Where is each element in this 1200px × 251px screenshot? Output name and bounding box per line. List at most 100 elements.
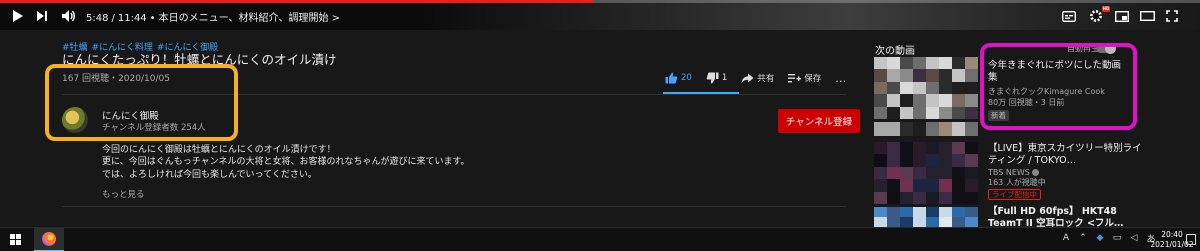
progress-track[interactable] [0,0,1200,3]
thumbnail-pixel [952,142,966,155]
duration: 11:44 [117,13,147,24]
thumbnail-pixel [952,217,966,227]
thumbnail-pixel [965,179,978,193]
thumbnail-pixel [939,166,953,180]
next-button[interactable] [36,8,48,24]
thumbnail-pixel [900,191,914,204]
up-next-heading: 次の動画 [875,46,915,57]
thumbnail-pixel [926,142,940,155]
thumbnail-pixel [913,166,927,180]
thumbs-up-icon [665,72,678,84]
thumbnail-pixel [887,81,901,95]
thumbnail-pixel [939,57,953,70]
thumbnail-pixel [874,154,888,168]
theater-mode-button[interactable] [1140,8,1155,24]
dropbox-icon[interactable]: ◆ [1095,233,1105,243]
verified-check-icon [1031,169,1039,176]
thumbnail-pixel [939,217,953,227]
playlist-add-icon [788,73,802,82]
thumbnail-pixel [939,191,953,204]
thumbnail-pixel [913,179,927,193]
volume-button[interactable] [61,8,76,24]
thumbnail-pixel [887,106,901,119]
miniplayer-icon [1115,10,1129,22]
thumbnail-pixel [887,94,901,108]
subscribe-button[interactable]: チャンネル登録 [778,109,860,133]
thumbnail-pixel [952,94,966,108]
thumbnail-pixel [926,69,940,83]
thumbnail-pixel [939,122,953,136]
subtitles-button[interactable] [1062,8,1076,24]
video-frame-preview [420,0,1200,30]
miniplayer-button[interactable] [1115,8,1129,24]
progress-fill [0,0,593,3]
recommendation-thumbnail[interactable] [874,122,978,136]
thumbnail-pixel [874,142,888,155]
start-button[interactable] [10,234,22,246]
system-tray: A ⌃ ◆ ▭ ◁ あ [1061,233,1156,245]
thumbnail-pixel [952,81,966,95]
tray-a-icon[interactable]: A [1061,233,1071,243]
windows-taskbar: A ⌃ ◆ ▭ ◁ あ 20:40 2021/01/02 [0,227,1200,251]
thumbnail-pixel [952,106,966,119]
thumbnail-pixel [926,94,940,108]
share-arrow-icon [741,73,754,83]
notification-center-icon[interactable] [1186,234,1196,245]
play-button[interactable] [12,8,24,24]
thumbnail-pixel [913,69,927,83]
recommendation-thumbnail[interactable] [874,207,978,227]
theater-mode-icon [1140,11,1155,21]
thumbnail-pixel [939,106,953,119]
thumbnail-pixel [965,94,978,108]
thumbnail-pixel [887,166,901,180]
time-and-chapter[interactable]: 5:48/11:44 • 本日のメニュー、材料紹介、調理開始 > [86,9,340,24]
share-label: 共有 [757,74,775,84]
thumbnail-pixel [874,122,888,136]
thumbnail-pixel [939,81,953,95]
recommendation-thumbnail[interactable] [874,57,978,119]
fullscreen-button[interactable] [1166,8,1178,24]
thumbnail-pixel [900,207,914,218]
chevron-up-icon[interactable]: ⌃ [1078,233,1088,243]
taskbar-app-firefox[interactable] [34,228,64,251]
network-icon[interactable]: ▭ [1112,233,1122,243]
thumbnail-pixel [926,122,940,136]
thumbnail-pixel [887,179,901,193]
more-actions-button[interactable]: … [835,72,846,85]
thumbs-down-icon [706,72,719,84]
thumbnail-pixel [874,94,888,108]
thumbnail-pixel [900,106,914,119]
hd-badge: HD [1102,6,1110,12]
windows-logo-icon [10,234,15,239]
like-button[interactable]: 20 [665,72,692,84]
recommendation-thumbnail[interactable] [874,142,978,204]
divider [62,206,846,207]
thumbnail-pixel [952,57,966,70]
gear-icon [1090,10,1102,22]
recommendation-title[interactable]: 【LIVE】東京スカイツリー特別ライティング / TOKYO… [988,143,1148,167]
thumbnail-pixel [913,106,927,119]
settings-button[interactable] [1089,8,1103,24]
description-line: 今回のにんにく御殿は牡蠣とにんにくのオイル漬けです！ [102,145,336,155]
thumbnail-pixel [874,217,888,227]
show-more-link[interactable]: もっと見る [102,188,145,200]
dislike-count: 1 [721,73,728,83]
thumbnail-pixel [939,142,953,155]
thumbnail-pixel [926,207,940,218]
thumbnail-pixel [913,94,927,108]
save-to-playlist-button[interactable]: 保存 [788,72,821,84]
volume-icon[interactable]: ◁ [1129,233,1139,243]
thumbnail-pixel [874,166,888,180]
thumbnail-pixel [965,154,978,168]
thumbnail-pixel [952,166,966,180]
dislike-button[interactable]: 1 [706,72,727,84]
thumbnail-pixel [965,166,978,180]
thumbnail-pixel [874,69,888,83]
thumbnail-pixel [965,191,978,204]
thumbnail-pixel [874,207,888,218]
share-button[interactable]: 共有 [741,72,774,84]
thumbnail-pixel [900,81,914,95]
highlight-box-yellow [45,64,238,141]
thumbnail-pixel [952,179,966,193]
thumbnail-pixel [965,142,978,155]
